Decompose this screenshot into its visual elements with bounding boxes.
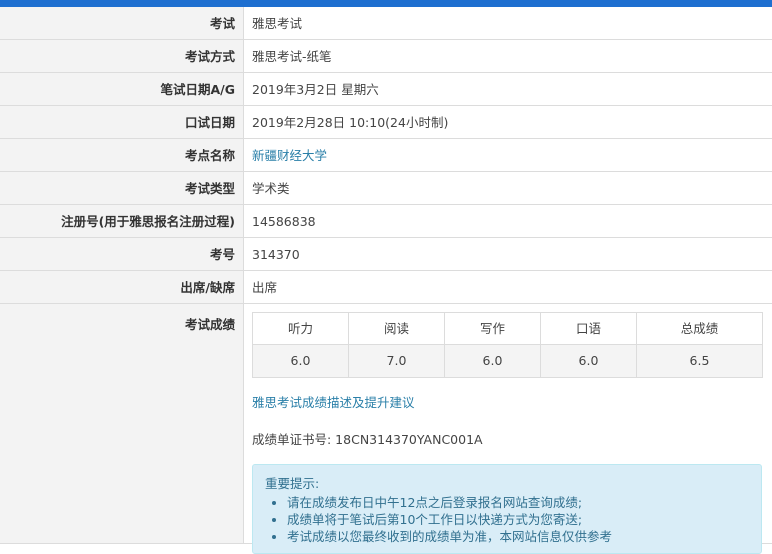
row-scores: 考试成绩 听力 阅读 写作 口语 总成绩 6.0 7.0 6.0 6.0 6.5… [0, 304, 772, 554]
score-header: 阅读 [349, 313, 445, 345]
score-header: 写作 [445, 313, 541, 345]
value-exam: 雅思考试 [252, 16, 303, 31]
important-notice: 重要提示: 请在成绩发布日中午12点之后登录报名网站查询成绩; 成绩单将于笔试后… [252, 464, 762, 554]
score-reading: 7.0 [349, 345, 445, 377]
row-candidate-number: 考号 314370 [0, 238, 772, 271]
row-test-centre: 考点名称 新疆财经大学 [0, 139, 772, 172]
score-header: 总成绩 [637, 313, 762, 345]
score-speaking: 6.0 [541, 345, 637, 377]
notice-item: 请在成绩发布日中午12点之后登录报名网站查询成绩; [287, 494, 749, 511]
label-registration-number: 注册号(用于雅思报名注册过程) [0, 205, 244, 237]
value-written-date: 2019年3月2日 星期六 [252, 82, 379, 97]
notice-item: 成绩单将于笔试后第10个工作日以快递方式为您寄送; [287, 511, 749, 528]
row-exam-type: 考试类型 学术类 [0, 172, 772, 205]
label-written-date: 笔试日期A/G [0, 73, 244, 105]
value-exam-type: 学术类 [252, 181, 290, 196]
row-exam: 考试 雅思考试 [0, 7, 772, 40]
top-accent-bar [0, 0, 772, 7]
label-attendance: 出席/缺席 [0, 271, 244, 303]
label-test-centre: 考点名称 [0, 139, 244, 171]
value-registration-number: 14586838 [252, 214, 316, 229]
notice-title: 重要提示: [265, 476, 320, 491]
certificate-number: 成绩单证书号: 18CN314370YANC001A [252, 432, 483, 447]
label-candidate-number: 考号 [0, 238, 244, 270]
label-exam-type: 考试类型 [0, 172, 244, 204]
notice-item: 考试成绩以您最终收到的成绩单为准，本网站信息仅供参考 [287, 528, 749, 545]
notice-list: 请在成绩发布日中午12点之后登录报名网站查询成绩; 成绩单将于笔试后第10个工作… [265, 494, 749, 545]
score-description-link[interactable]: 雅思考试成绩描述及提升建议 [252, 392, 415, 411]
score-table: 听力 阅读 写作 口语 总成绩 6.0 7.0 6.0 6.0 6.5 [252, 312, 763, 378]
label-exam-mode: 考试方式 [0, 40, 244, 72]
score-overall: 6.5 [637, 345, 762, 377]
value-exam-mode: 雅思考试-纸笔 [252, 49, 332, 64]
label-scores: 考试成绩 [0, 304, 244, 543]
row-speaking-date: 口试日期 2019年2月28日 10:10(24小时制) [0, 106, 772, 139]
label-speaking-date: 口试日期 [0, 106, 244, 138]
score-listening: 6.0 [253, 345, 349, 377]
score-header: 口语 [541, 313, 637, 345]
value-attendance: 出席 [252, 280, 278, 295]
exam-info-table: 考试 雅思考试 考试方式 雅思考试-纸笔 笔试日期A/G 2019年3月2日 星… [0, 7, 772, 554]
row-attendance: 出席/缺席 出席 [0, 271, 772, 304]
row-exam-mode: 考试方式 雅思考试-纸笔 [0, 40, 772, 73]
score-header: 听力 [253, 313, 349, 345]
value-speaking-date: 2019年2月28日 10:10(24小时制) [252, 115, 449, 130]
label-exam: 考试 [0, 7, 244, 39]
row-written-date: 笔试日期A/G 2019年3月2日 星期六 [0, 73, 772, 106]
row-registration-number: 注册号(用于雅思报名注册过程) 14586838 [0, 205, 772, 238]
score-writing: 6.0 [445, 345, 541, 377]
value-candidate-number: 314370 [252, 247, 300, 262]
test-centre-link[interactable]: 新疆财经大学 [252, 148, 327, 163]
